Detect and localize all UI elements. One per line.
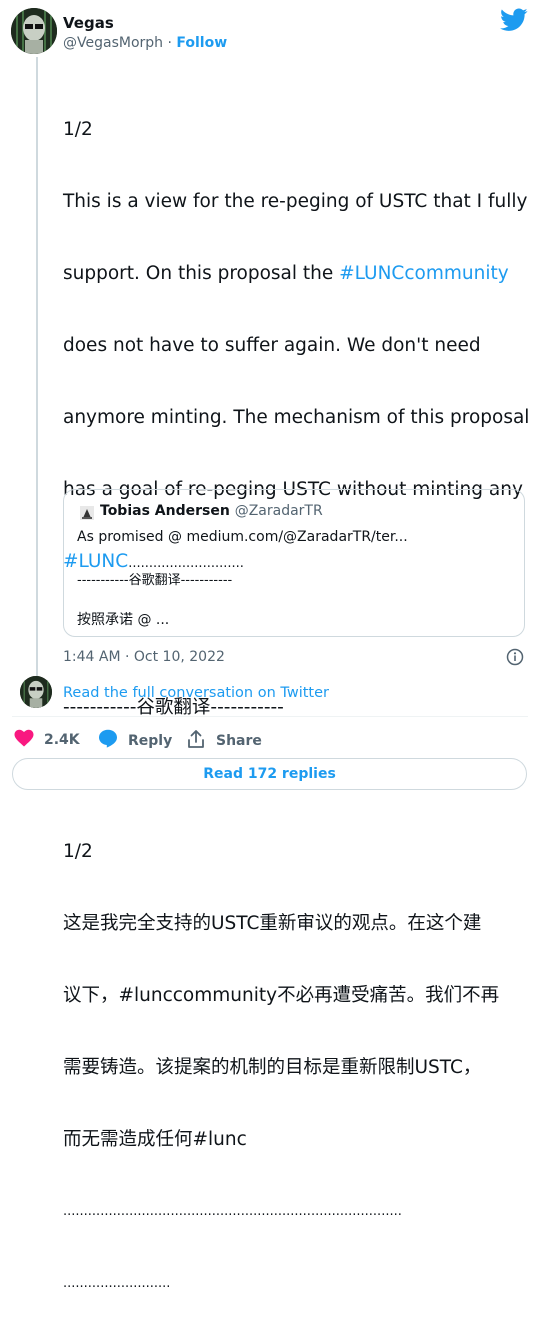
quoted-author-name[interactable]: Tobias Andersen bbox=[100, 503, 230, 519]
like-button[interactable]: 2.4K bbox=[14, 729, 80, 751]
heart-icon bbox=[14, 729, 34, 751]
tweet-line: ........................................… bbox=[63, 1204, 402, 1219]
share-icon bbox=[186, 729, 206, 753]
separator: · bbox=[167, 35, 172, 51]
reply-label: Reply bbox=[128, 732, 173, 749]
tweet-line: 1/2 bbox=[63, 119, 93, 140]
tweet-line: support. On this proposal the #LUNCcommu… bbox=[63, 262, 533, 286]
thread-line bbox=[36, 57, 38, 677]
share-label: Share bbox=[216, 733, 262, 749]
quoted-text-line: -----------谷歌翻译----------- bbox=[77, 573, 233, 588]
divider bbox=[12, 716, 528, 717]
quoted-avatar bbox=[80, 505, 94, 520]
follow-button[interactable]: Follow bbox=[176, 35, 227, 51]
tweet-line: 议下，#lunccommunity不必再遭受痛苦。我们不再 bbox=[63, 985, 500, 1006]
tweet-line: 1/2 bbox=[63, 841, 93, 862]
tweet-line: anymore minting. The mechanism of this p… bbox=[63, 407, 530, 428]
tweet-line: does not have to suffer again. We don't … bbox=[63, 335, 481, 356]
quoted-text-line: 按照承诺 @ ... bbox=[77, 612, 170, 628]
reply-button[interactable]: Reply bbox=[98, 729, 172, 752]
tweet-line-text: support. On this proposal the bbox=[63, 263, 340, 284]
quoted-text-line: As promised @ medium.com/@ZaradarTR/ter.… bbox=[77, 529, 408, 545]
timestamp[interactable]: 1:44 AM · Oct 10, 2022 bbox=[63, 649, 225, 665]
quoted-author-handle[interactable]: @ZaradarTR bbox=[235, 503, 323, 519]
author-name[interactable]: Vegas bbox=[63, 14, 114, 32]
read-replies-button[interactable]: Read 172 replies bbox=[12, 758, 527, 790]
tweet-line: 需要铸造。该提案的机制的目标是重新限制USTC， bbox=[63, 1057, 482, 1078]
hashtag-link[interactable]: #LUNCcommunity bbox=[339, 263, 509, 284]
like-count: 2.4K bbox=[44, 732, 80, 748]
read-full-conversation-link[interactable]: Read the full conversation on Twitter bbox=[63, 685, 329, 701]
tweet-line: This is a view for the re-peging of USTC… bbox=[63, 191, 528, 212]
author-handle[interactable]: @VegasMorph bbox=[63, 35, 163, 51]
tweet-line: .......................... bbox=[63, 1276, 171, 1291]
read-replies-label: Read 172 replies bbox=[203, 766, 336, 782]
author-handle-row: @VegasMorph · Follow bbox=[63, 35, 227, 51]
comment-icon bbox=[98, 729, 118, 752]
author-avatar[interactable] bbox=[11, 8, 57, 54]
tweet-line: 这是我完全支持的USTC重新审议的观点。在这个建 bbox=[63, 913, 482, 934]
share-button[interactable]: Share bbox=[186, 729, 262, 753]
quoted-author-row: Tobias Andersen @ZaradarTR bbox=[100, 503, 323, 519]
tweet-line: 而无需造成任何#lunc bbox=[63, 1129, 247, 1150]
reply-avatar[interactable] bbox=[20, 676, 52, 708]
twitter-bird-icon[interactable] bbox=[500, 8, 528, 32]
info-icon[interactable] bbox=[506, 648, 524, 666]
